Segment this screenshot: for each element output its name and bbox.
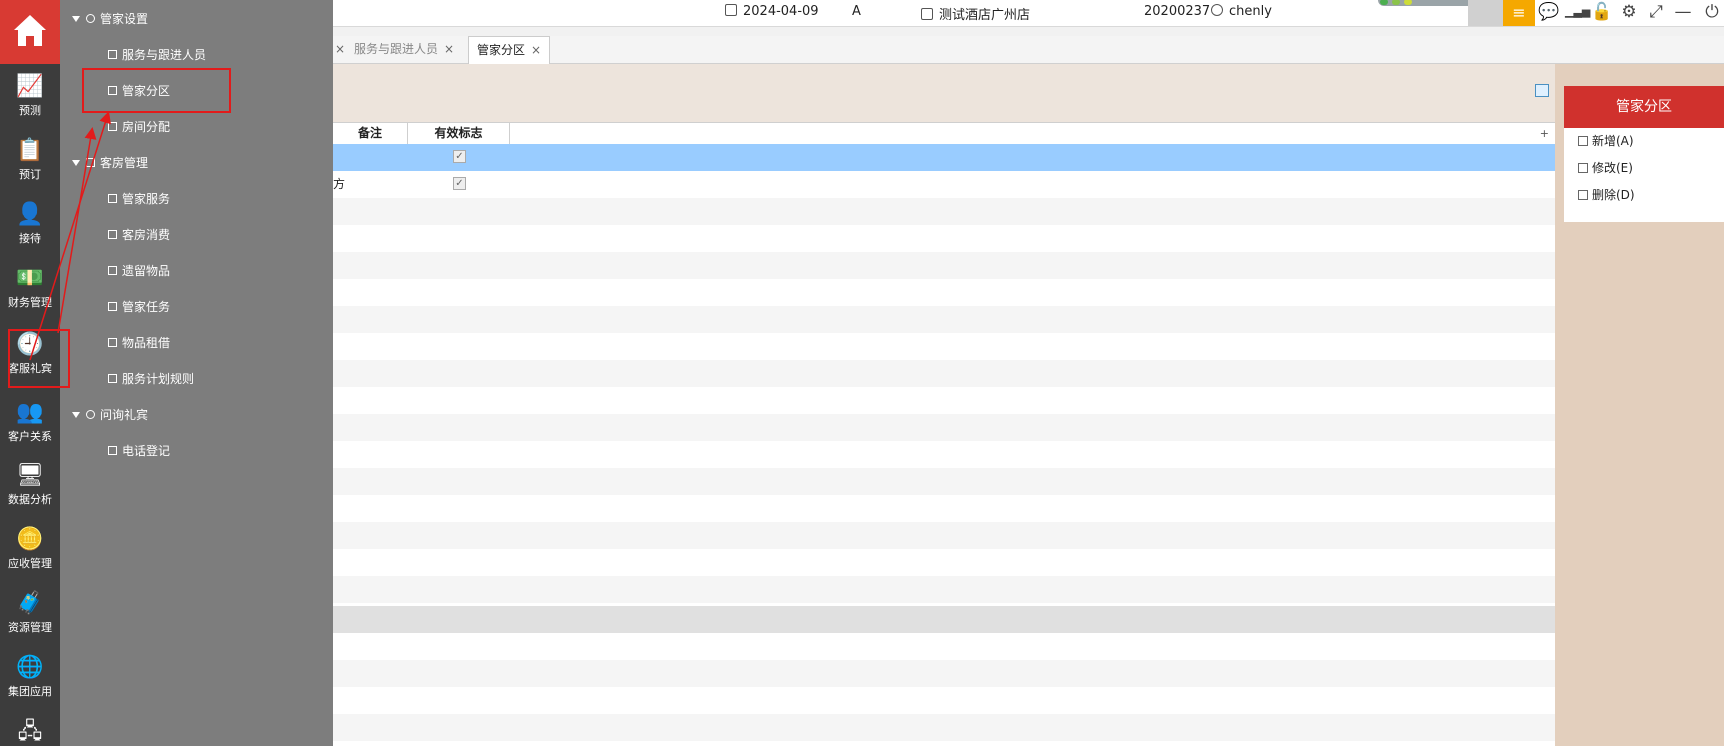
column-header-note[interactable]: 备注 (333, 123, 408, 144)
nav-analytics[interactable]: 🖥 数据分析 (0, 453, 60, 515)
close-icon[interactable]: × (335, 42, 345, 56)
nav-group[interactable]: 🌐 集团应用 (0, 645, 60, 707)
network-icon[interactable] (1468, 0, 1503, 26)
empty-row (333, 441, 1555, 468)
empty-row (333, 660, 1555, 687)
content-toolbar (333, 64, 1555, 122)
user-code: 20200237 (1144, 4, 1211, 19)
signal-icon: ▁▃▅ (1565, 5, 1591, 18)
expand-triangle-icon (72, 412, 80, 418)
empty-row (333, 360, 1555, 387)
phone-icon (108, 446, 117, 455)
nav-receivables[interactable]: 🪙 应收管理 (0, 517, 60, 579)
horizontal-scrollbar[interactable] (333, 606, 1555, 633)
add-column-icon[interactable]: + (1540, 123, 1549, 144)
empty-row (333, 252, 1555, 279)
plus-icon (1578, 136, 1588, 146)
empty-row (333, 549, 1555, 576)
right-action-panel: 管家分区 新增(A) 修改(E) 删除(D) (1555, 64, 1724, 746)
annotation-arrow (29, 111, 111, 361)
expand-icon[interactable]: ⤢ (1645, 1, 1667, 23)
business-date[interactable]: 2024-04-09 (725, 4, 819, 19)
monitor-chart-icon: 🖥 (16, 463, 44, 488)
add-button[interactable]: 新增(A) (1564, 128, 1724, 155)
annotation-arrow (57, 127, 97, 334)
nav-resources[interactable]: 🧳 资源管理 (0, 581, 60, 643)
nav-settings[interactable]: 🖧 (0, 709, 60, 746)
empty-row (333, 714, 1555, 741)
top-bar: 2024-04-09 A 测试酒店广州店 20200237 chenly ≡ 💬… (333, 0, 1724, 27)
empty-row (333, 633, 1555, 660)
table-row[interactable]: ✓ (333, 144, 1555, 171)
users-icon: 👥 (16, 400, 44, 425)
tab-bar: × 服务与跟进人员 × 管家分区 × (329, 36, 1724, 64)
empty-row (333, 333, 1555, 360)
empty-row (333, 495, 1555, 522)
submenu-item-phone-log[interactable]: 电话登记 (108, 442, 170, 459)
globe-icon: 🌐 (16, 655, 44, 680)
user-icon (1211, 4, 1223, 16)
edit-button[interactable]: 修改(E) (1564, 155, 1724, 182)
close-icon[interactable]: × (531, 43, 541, 57)
empty-row (333, 687, 1555, 714)
tab-service-followup[interactable]: 服务与跟进人员 × (346, 36, 463, 62)
close-icon[interactable]: × (444, 42, 454, 56)
valid-checkbox[interactable]: ✓ (453, 177, 466, 190)
coins-icon: 🪙 (16, 527, 44, 552)
empty-row (333, 225, 1555, 252)
grid-header: 备注 有效标志 + (333, 122, 1555, 145)
trash-icon (1578, 190, 1588, 200)
message-icon[interactable]: 💬 (1538, 1, 1560, 23)
hotel-selector[interactable]: 测试酒店广州店 (921, 4, 1030, 23)
data-grid: 备注 有效标志 + ✓ 方 ✓ (333, 122, 1555, 746)
empty-row (333, 468, 1555, 495)
calendar-icon (725, 4, 737, 16)
tab-butler-zone[interactable]: 管家分区 × (468, 36, 551, 64)
shift-indicator: A (852, 4, 861, 19)
empty-row (333, 279, 1555, 306)
empty-row (333, 522, 1555, 549)
empty-row (333, 576, 1555, 603)
annotation-arrows (29, 111, 111, 361)
panel-title: 管家分区 (1564, 86, 1724, 128)
headset-icon (86, 410, 95, 419)
user-info[interactable]: chenly (1211, 4, 1272, 19)
action-card: 管家分区 新增(A) 修改(E) 删除(D) (1564, 86, 1724, 222)
power-icon[interactable]: ⏻ (1701, 1, 1723, 23)
lock-icon[interactable]: 🔓 (1591, 1, 1613, 23)
porter-icon: 🧳 (16, 591, 44, 616)
empty-row (333, 198, 1555, 225)
column-header-valid[interactable]: 有效标志 (408, 123, 510, 144)
edit-icon (1578, 163, 1588, 173)
store-icon (921, 8, 933, 20)
cell-note: 方 (333, 177, 346, 191)
minimize-icon[interactable]: — (1672, 1, 1694, 23)
menu-icon[interactable]: ≡ (1503, 0, 1535, 26)
valid-checkbox[interactable]: ✓ (453, 150, 466, 163)
empty-row (333, 387, 1555, 414)
empty-row (333, 306, 1555, 333)
table-row[interactable]: 方 ✓ (333, 171, 1555, 198)
empty-row (333, 414, 1555, 441)
delete-button[interactable]: 删除(D) (1564, 182, 1724, 209)
gear-icon[interactable]: ⚙ (1618, 1, 1640, 23)
submenu-group-inquiry-concierge[interactable]: 问询礼宾 (72, 406, 148, 423)
monitor-gear-icon: 🖧 (17, 719, 43, 744)
export-icon[interactable] (1535, 84, 1549, 97)
